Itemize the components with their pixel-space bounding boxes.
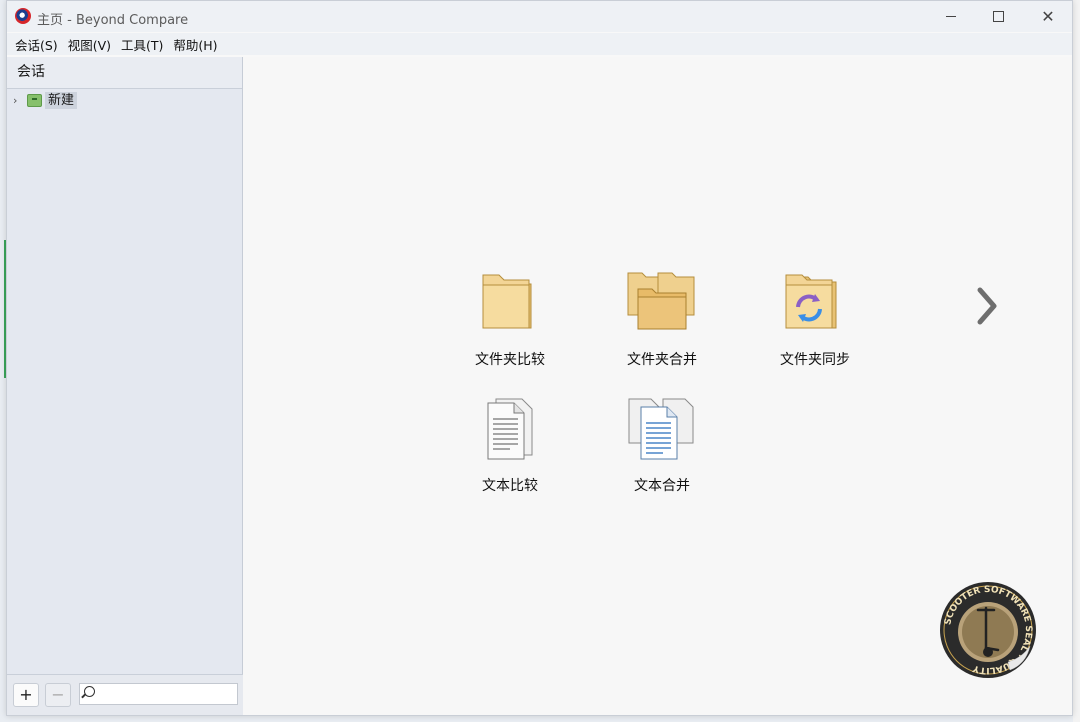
- maximize-button[interactable]: [975, 1, 1021, 32]
- menu-bar: 会话(S) 视图(V) 工具(T) 帮助(H): [7, 33, 1072, 55]
- session-search-box[interactable]: [79, 683, 238, 705]
- chevron-right-icon[interactable]: ›: [13, 94, 25, 107]
- session-folder-icon: [27, 93, 42, 107]
- remove-session-button[interactable]: −: [45, 683, 71, 707]
- session-search-input[interactable]: [98, 685, 237, 705]
- close-icon: ✕: [1041, 6, 1055, 26]
- sessions-sidebar: 会话 › 新建 + −: [7, 57, 243, 715]
- app-logo-icon: [15, 8, 31, 24]
- title-bar: 主页 - Beyond Compare ✕: [7, 1, 1072, 32]
- chevron-right-icon[interactable]: [975, 286, 999, 326]
- tile-text-compare[interactable]: 文本比较: [455, 397, 565, 507]
- tree-item-label: 新建: [45, 91, 78, 109]
- menu-help[interactable]: 帮助(H): [173, 34, 217, 55]
- tile-label: 文件夹同步: [780, 352, 850, 368]
- maximize-icon: [992, 11, 1004, 22]
- tile-label: 文件夹比较: [475, 352, 545, 368]
- tile-label: 文件夹合并: [627, 352, 697, 368]
- menu-session[interactable]: 会话(S): [15, 34, 58, 55]
- window-title: 主页 - Beyond Compare: [37, 13, 189, 28]
- folder-compare-icon: [482, 274, 532, 329]
- tile-label: 文本合并: [634, 478, 690, 494]
- minimize-icon: [946, 16, 956, 17]
- search-icon: [84, 686, 95, 697]
- tree-item-new[interactable]: › 新建: [13, 91, 78, 109]
- tile-label: 文本比较: [482, 478, 538, 494]
- folder-merge-icon: [627, 272, 695, 330]
- tile-folder-merge[interactable]: 文件夹合并: [607, 271, 717, 381]
- text-merge-icon: [628, 398, 694, 460]
- tile-folder-compare[interactable]: 文件夹比较: [455, 271, 565, 381]
- tile-text-merge[interactable]: 文本合并: [607, 397, 717, 507]
- menu-tools[interactable]: 工具(T): [121, 34, 163, 55]
- tile-folder-sync[interactable]: 文件夹同步: [760, 271, 870, 381]
- add-session-button[interactable]: +: [13, 683, 39, 707]
- menu-view[interactable]: 视图(V): [68, 34, 111, 55]
- minimize-button[interactable]: [928, 1, 974, 32]
- app-window: 主页 - Beyond Compare ✕ 会话(S) 视图(V) 工具(T) …: [6, 0, 1073, 716]
- text-compare-icon: [487, 398, 533, 460]
- sidebar-header: 会话: [7, 57, 242, 89]
- sidebar-footer: + −: [7, 674, 243, 715]
- folder-sync-icon: [785, 274, 837, 329]
- scooter-software-seal-icon: SCOOTER SOFTWARE SEAL · QUALITY: [940, 582, 1036, 678]
- background-window-strip: [1073, 0, 1080, 722]
- close-button[interactable]: ✕: [1025, 1, 1071, 32]
